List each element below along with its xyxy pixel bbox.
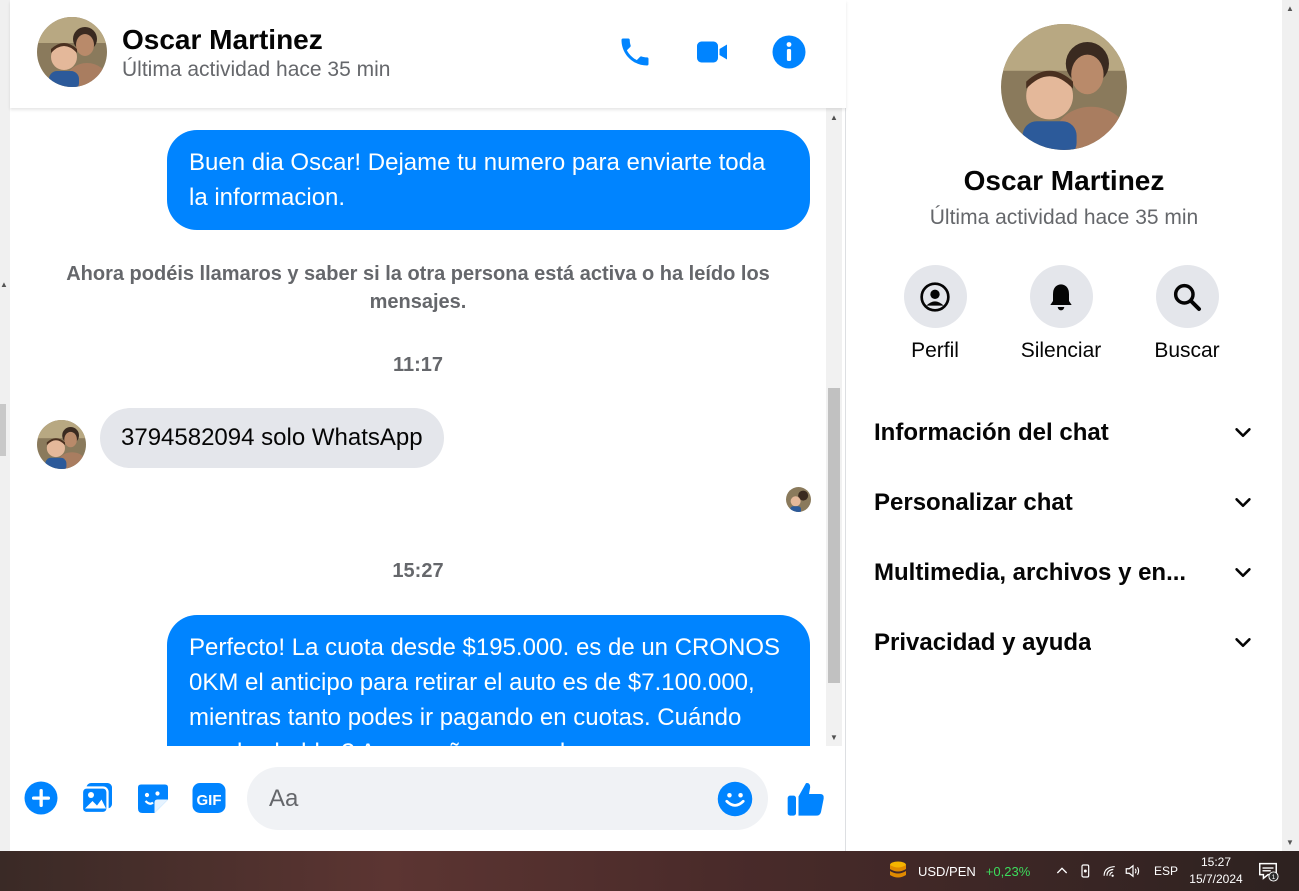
window-scrollbar[interactable]: ▲ ▼ — [1282, 0, 1299, 851]
scroll-down-arrow-icon[interactable]: ▼ — [826, 730, 842, 744]
profile-action-label: Perfil — [911, 339, 959, 362]
meet-now-button[interactable] — [1078, 851, 1094, 891]
incoming-message[interactable]: 3794582094 solo WhatsApp — [100, 408, 444, 468]
chevron-down-icon — [1235, 428, 1251, 438]
add-icon — [24, 781, 58, 815]
section-customize-chat[interactable]: Personalizar chat — [874, 478, 1254, 528]
mute-action-circle — [1029, 265, 1093, 328]
like-icon — [787, 783, 824, 816]
chevron-down-icon — [1235, 498, 1251, 508]
windows-taskbar: USD/PEN +0,23% ESP 15:27 15/7/2024 1 — [0, 851, 1299, 891]
input-language[interactable]: ESP — [1154, 851, 1178, 891]
sticker-icon — [138, 784, 168, 813]
contact-status: Última actividad hace 35 min — [122, 58, 391, 81]
message-timestamp: 11:17 — [392, 354, 444, 376]
system-notice: Ahora podéis llamaros y saber si la otra… — [66, 263, 770, 313]
stock-widget-icon[interactable] — [886, 851, 910, 891]
scroll-thumb[interactable] — [828, 388, 840, 683]
conversation-details-panel: Oscar Martinez Última actividad hace 35 … — [846, 0, 1282, 851]
notification-count: 1 — [1272, 874, 1276, 881]
gallery-icon — [80, 783, 112, 815]
search-action-label: Buscar — [1154, 339, 1220, 362]
profile-action-button[interactable]: Perfil — [875, 265, 995, 363]
left-edge-scroll-mark — [0, 404, 6, 456]
stock-widget[interactable]: USD/PEN +0,23% — [918, 851, 1030, 891]
section-label: Privacidad y ayuda — [874, 629, 1092, 656]
sender-photo — [37, 420, 86, 469]
profile-action-circle — [903, 265, 967, 328]
search-action-circle — [1155, 265, 1219, 328]
chevron-up-icon — [1056, 867, 1068, 874]
read-receipt-photo — [786, 487, 811, 512]
video-call-button[interactable] — [692, 32, 732, 72]
more-actions-button[interactable] — [22, 779, 60, 817]
profile-photo — [1001, 24, 1127, 150]
phone-icon — [621, 38, 649, 66]
left-window-edge: ▲ — [0, 0, 10, 851]
message-scrollbar[interactable]: ▲ ▼ — [826, 108, 842, 746]
taskbar-clock[interactable]: 15:27 15/7/2024 — [1186, 854, 1246, 888]
wifi-icon — [1103, 865, 1115, 877]
profile-name: Oscar Martinez — [963, 165, 1165, 196]
search-action-button[interactable]: Buscar — [1127, 265, 1247, 363]
scroll-up-arrow-icon[interactable]: ▲ — [826, 110, 842, 124]
contact-avatar[interactable] — [37, 17, 107, 87]
notification-icon: 1 — [1259, 862, 1279, 882]
stock-change: +0,23% — [985, 863, 1031, 879]
clock-date: 15/7/2024 — [1189, 872, 1243, 886]
section-label: Personalizar chat — [874, 489, 1073, 516]
message-timestamp: 15:27 — [392, 560, 444, 582]
window-scroll-up-icon[interactable]: ▲ — [1286, 4, 1294, 13]
mute-action-button[interactable]: Silenciar — [1001, 265, 1121, 363]
outgoing-message[interactable]: Buen dia Oscar! Dejame tu numero para en… — [167, 130, 810, 230]
device-icon — [1081, 864, 1090, 878]
video-call-icon — [697, 41, 727, 63]
notification-center-button[interactable]: 1 — [1257, 851, 1279, 891]
show-hidden-icons-button[interactable] — [1054, 851, 1070, 891]
read-receipt-avatar — [786, 487, 811, 512]
emoji-button[interactable] — [717, 781, 753, 817]
contact-photo — [37, 17, 107, 87]
volume-button[interactable] — [1124, 851, 1142, 891]
chat-header: Oscar Martinez Última actividad hace 35 … — [10, 0, 846, 108]
section-chat-info[interactable]: Información del chat — [874, 408, 1254, 458]
voice-call-button[interactable] — [615, 32, 655, 72]
contact-name[interactable]: Oscar Martinez — [122, 24, 323, 56]
conversation-info-button[interactable] — [769, 32, 809, 72]
stock-symbol: USD/PEN — [918, 863, 976, 879]
profile-status: Última actividad hace 35 min — [929, 206, 1199, 229]
left-edge-arrow-icon: ▲ — [0, 280, 8, 289]
message-composer: GIF — [10, 746, 846, 851]
chevron-down-icon — [1235, 638, 1251, 648]
profile-avatar[interactable] — [1001, 24, 1127, 150]
gif-button[interactable]: GIF — [190, 779, 228, 817]
search-icon — [1173, 283, 1201, 311]
window-scroll-down-icon[interactable]: ▼ — [1286, 838, 1294, 847]
message-list[interactable]: Buen dia Oscar! Dejame tu numero para en… — [10, 108, 826, 746]
profile-icon — [920, 281, 950, 312]
coin-stack-icon — [890, 861, 906, 878]
info-icon — [772, 35, 806, 69]
section-label: Información del chat — [874, 419, 1109, 446]
sticker-button[interactable] — [134, 779, 172, 817]
outgoing-message[interactable]: Perfecto! La cuota desde $195.000. es de… — [167, 615, 810, 746]
speaker-icon — [1125, 864, 1140, 878]
gif-label: GIF — [197, 792, 222, 809]
chevron-down-icon — [1235, 568, 1251, 578]
message-input[interactable] — [247, 767, 768, 830]
mute-action-label: Silenciar — [1020, 339, 1102, 362]
clock-time: 15:27 — [1200, 855, 1232, 869]
section-media-files[interactable]: Multimedia, archivos y en... — [874, 548, 1254, 598]
gif-icon: GIF — [192, 783, 226, 813]
attach-media-button[interactable] — [78, 779, 116, 817]
bell-icon — [1050, 283, 1072, 310]
send-like-button[interactable] — [786, 779, 826, 819]
section-label: Multimedia, archivos y en... — [874, 559, 1187, 586]
sender-avatar[interactable] — [37, 420, 86, 469]
section-privacy-help[interactable]: Privacidad y ayuda — [874, 618, 1254, 668]
network-button[interactable] — [1102, 851, 1119, 891]
emoji-icon — [717, 781, 753, 817]
